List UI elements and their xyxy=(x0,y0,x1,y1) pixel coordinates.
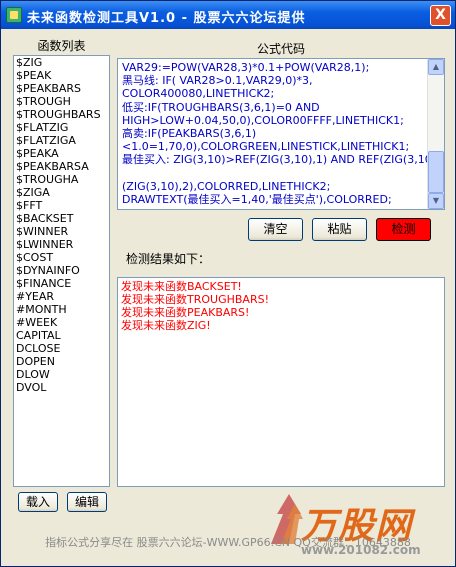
function-list-item[interactable]: DLOW xyxy=(14,368,109,381)
formula-scrollbar[interactable]: ▲ ▼ xyxy=(427,59,444,209)
formula-header: 公式代码 xyxy=(256,42,305,56)
paste-button[interactable]: 粘贴 xyxy=(312,218,367,241)
function-list-item[interactable]: $ZIGA xyxy=(14,186,109,199)
function-list-item[interactable]: $TROUGHBARS xyxy=(14,108,109,121)
scroll-up-icon[interactable]: ▲ xyxy=(428,59,444,75)
function-list-item[interactable]: $PEAK xyxy=(14,69,109,82)
result-label: 检测结果如下： xyxy=(126,252,211,266)
function-list-item[interactable]: #MONTH xyxy=(14,303,109,316)
function-list-item[interactable]: DOPEN xyxy=(14,355,109,368)
function-list-item[interactable]: $LWINNER xyxy=(14,238,109,251)
function-list-item[interactable]: $TROUGHA xyxy=(14,173,109,186)
formula-line: (ZIG(3,10),2),COLORRED,LINETHICK2; xyxy=(122,179,331,193)
function-list-item[interactable]: $ZIG xyxy=(14,56,109,69)
function-list-item[interactable]: $FLATZIG xyxy=(14,121,109,134)
function-list-item[interactable]: DCLOSE xyxy=(14,342,109,355)
app-window: 未来函数检测工具V1.0 - 股票六六论坛提供 X 函数列表 $ZIG $PEAK… xyxy=(0,0,456,567)
formula-line: DRAWTEXT(最佳买入=1,40,'最佳买点'),COLORRED; xyxy=(122,192,392,206)
close-button[interactable]: X xyxy=(430,5,451,26)
formula-editor[interactable]: VAR29:=POW(VAR28,3)*0.1+POW(VAR28,1); 黑马线… xyxy=(117,58,445,210)
function-list-item[interactable]: $FINANCE xyxy=(14,277,109,290)
function-list-item[interactable]: CAPITAL xyxy=(14,329,109,342)
result-output[interactable]: 发现未来函数BACKSET! 发现未来函数TROUGHBARS! 发现未来函数PEA… xyxy=(117,277,445,487)
function-list-item[interactable]: $TROUGH xyxy=(14,95,109,108)
clear-button[interactable]: 清空 xyxy=(248,218,303,241)
window-title: 未来函数检测工具V1.0 - 股票六六论坛提供 xyxy=(27,11,306,26)
detect-button[interactable]: 检测 xyxy=(376,218,431,241)
title-bar[interactable]: 未来函数检测工具V1.0 - 股票六六论坛提供 X xyxy=(1,1,455,29)
function-list-item[interactable]: $BACKSET xyxy=(14,212,109,225)
function-list-item[interactable]: $WINNER xyxy=(14,225,109,238)
formula-line: 高卖:IF(PEAKBARS(3,6,1) xyxy=(122,126,257,140)
function-list[interactable]: $ZIG $PEAK $PEAKBARS $TROUGH $TROUGHBARS $FLA… xyxy=(13,55,110,487)
formula-line xyxy=(122,167,427,180)
watermark-url: www.201082.com xyxy=(301,543,421,557)
function-list-item[interactable]: $PEAKBARSA xyxy=(14,160,109,173)
function-list-item[interactable]: #WEEK xyxy=(14,316,109,329)
edit-button[interactable]: 编辑 xyxy=(67,492,107,512)
result-line: 发现未来函数TROUGHBARS! xyxy=(121,293,269,306)
scroll-down-icon[interactable]: ▼ xyxy=(428,193,444,209)
function-list-item[interactable]: $COST xyxy=(14,251,109,264)
formula-line: 最佳买入: ZIG(3,10)>REF(ZIG(3,10),1) AND REF… xyxy=(122,153,427,167)
function-list-item[interactable]: #YEAR xyxy=(14,290,109,303)
function-list-item[interactable]: $FLATZIGA xyxy=(14,134,109,147)
formula-line: VAR29:=POW(VAR28,3)*0.1+POW(VAR28,1); xyxy=(122,61,370,74)
function-list-item[interactable]: $FFT xyxy=(14,199,109,212)
result-line: 发现未来函数ZIG! xyxy=(121,319,211,332)
function-list-item[interactable]: $PEAKA xyxy=(14,147,109,160)
function-list-item[interactable]: $DYNAINFO xyxy=(14,264,109,277)
result-line: 发现未来函数PEAKBARS! xyxy=(121,306,250,319)
formula-line: <1.0=1,70,0),COLORGREEN,LINESTICK,LINETH… xyxy=(122,140,410,154)
formula-line: HIGH>LOW+0.04,50,0),COLOR00FFFF,LINETHIC… xyxy=(122,113,404,127)
function-list-header: 函数列表 xyxy=(37,39,86,53)
formula-line: 黑马线: IF( VAR28>0.1,VAR29,0)*3, xyxy=(122,74,313,88)
function-list-item[interactable]: $PEAKBARS xyxy=(14,82,109,95)
formula-line: COLOR400080,LINETHICK2; xyxy=(122,87,275,101)
load-button[interactable]: 载入 xyxy=(18,492,58,512)
scroll-thumb[interactable] xyxy=(428,151,444,193)
result-line: 发现未来函数BACKSET! xyxy=(121,280,242,293)
formula-line: 低买:IF(TROUGHBARS(3,6,1)=0 AND xyxy=(122,100,320,114)
app-icon xyxy=(6,7,22,23)
function-list-item[interactable]: DVOL xyxy=(14,381,109,394)
